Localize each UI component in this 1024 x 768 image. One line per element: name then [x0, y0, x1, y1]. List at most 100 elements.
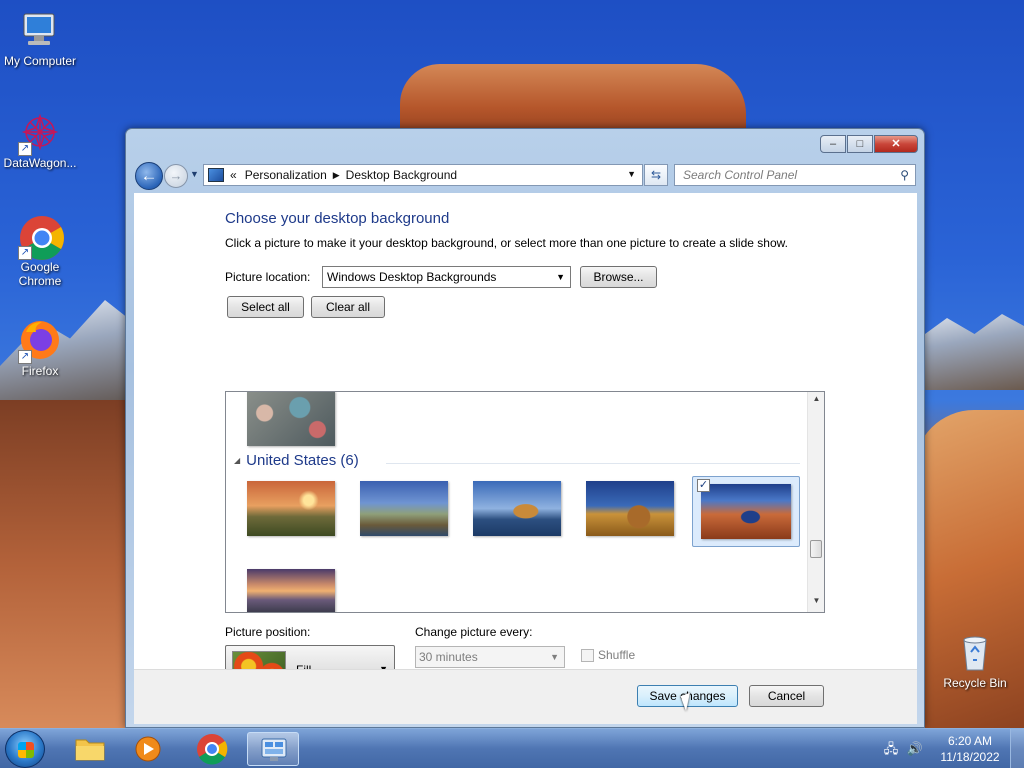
gallery-thumbnail-meadow-sunset[interactable] — [246, 480, 336, 537]
clear-all-button[interactable]: Clear all — [311, 296, 385, 318]
clock-date: 11/18/2022 — [940, 750, 1000, 764]
clock-time: 6:20 AM — [947, 734, 993, 748]
shortcut-arrow-icon: ↗ — [18, 246, 32, 260]
thumbnail-image — [586, 481, 674, 536]
wallpaper-ground — [0, 400, 140, 728]
clock[interactable]: 6:20 AM 11/18/2022 — [930, 733, 1010, 765]
selected-checkbox[interactable]: ✓ — [697, 479, 710, 492]
address-dropdown-icon[interactable]: ▼ — [627, 169, 636, 179]
search-icon[interactable]: ⚲ — [900, 165, 909, 185]
thumbnail-image — [247, 569, 335, 612]
thumbnail-image — [473, 481, 561, 536]
group-divider — [386, 463, 800, 464]
content-area: Choose your desktop background Click a p… — [134, 193, 917, 695]
thumbnail-image — [247, 392, 335, 446]
gallery-scrollbar[interactable]: ▲ ▼ — [807, 392, 824, 612]
search-placeholder: Search Control Panel — [683, 168, 798, 182]
group-header-united-states[interactable]: ◢ United States (6) — [234, 452, 359, 469]
breadcrumb-desktop-background[interactable]: Desktop Background — [346, 168, 457, 182]
picture-location-label: Picture location: — [225, 270, 311, 284]
recent-pages-dropdown[interactable]: ▼ — [190, 169, 199, 179]
taskbar-control-panel[interactable] — [247, 732, 299, 766]
dialog-footer: Save changes Cancel — [134, 669, 917, 724]
window-controls: – □ ✕ — [819, 135, 918, 153]
control-panel-icon — [208, 168, 224, 182]
desktop-icon-label: My Computer — [3, 54, 77, 68]
system-tray: 🖧 🔊 6:20 AM 11/18/2022 — [882, 729, 1024, 768]
firefox-icon: ↗ — [18, 318, 62, 364]
scroll-down-icon[interactable]: ▼ — [808, 596, 824, 610]
gallery-thumbnail-lake-sunset[interactable] — [246, 568, 336, 612]
group-title: United States (6) — [246, 452, 359, 469]
gallery-thumbnail-lighthouse[interactable] — [359, 480, 449, 537]
maximize-button[interactable]: □ — [847, 135, 873, 153]
show-desktop-button[interactable] — [1010, 729, 1024, 768]
picture-location-select[interactable]: Windows Desktop Backgrounds ▼ — [322, 266, 571, 288]
chrome-icon — [197, 734, 228, 765]
start-button[interactable] — [5, 730, 45, 768]
thumbnail-image — [701, 484, 791, 539]
desktop-icon-label: Firefox — [21, 364, 59, 378]
desktop-icon-datawagon[interactable]: ↗ DataWagon... — [0, 110, 80, 170]
gallery-thumbnail-sea-rock[interactable] — [472, 480, 562, 537]
volume-icon[interactable]: 🔊 — [906, 741, 924, 757]
folder-icon — [75, 739, 105, 761]
address-bar[interactable]: « Personalization ▶ Desktop Background ▼ — [203, 164, 643, 186]
forward-button[interactable]: → — [164, 164, 188, 188]
recycle-bin-icon — [953, 630, 997, 674]
desktop-icon-firefox[interactable]: ↗ Firefox — [0, 318, 80, 378]
gallery-thumbnail-abstract[interactable] — [246, 392, 336, 447]
scroll-thumb[interactable] — [810, 540, 822, 558]
thumbnail-image — [247, 481, 335, 536]
page-title: Choose your desktop background — [225, 210, 450, 227]
desktop-icon-label: Google Chrome — [18, 260, 62, 288]
gallery-thumbnail-hay-bale[interactable] — [585, 480, 675, 537]
windows-logo-icon — [18, 742, 34, 758]
taskbar: 🖧 🔊 6:20 AM 11/18/2022 — [0, 728, 1024, 768]
taskbar-chrome[interactable] — [186, 732, 238, 766]
page-description: Click a picture to make it your desktop … — [225, 236, 788, 250]
shuffle-checkbox[interactable]: Shuffle — [581, 648, 635, 662]
back-button[interactable]: ← — [135, 162, 163, 190]
change-picture-value: 30 minutes — [419, 650, 478, 664]
desktop-icon-google-chrome[interactable]: ↗ Google Chrome — [0, 214, 80, 288]
network-icon[interactable]: 🖧 — [882, 741, 900, 757]
breadcrumb-personalization[interactable]: Personalization — [245, 168, 327, 182]
desktop-icon-label: DataWagon... — [3, 156, 77, 170]
desktop-icon-recycle-bin[interactable]: Recycle Bin — [935, 630, 1015, 690]
desktop-icon-label: Recycle Bin — [943, 676, 1007, 690]
wallpaper-mountain-right — [914, 314, 1024, 390]
desktop-background-window: – □ ✕ ← → ▼ « Personalization ▶ Desktop … — [125, 128, 925, 728]
refresh-button[interactable]: ⇆ — [644, 164, 668, 186]
cancel-button[interactable]: Cancel — [749, 685, 824, 707]
browse-button[interactable]: Browse... — [580, 266, 657, 288]
change-picture-select[interactable]: 30 minutes ▼ — [415, 646, 565, 668]
change-picture-label: Change picture every: — [415, 625, 533, 639]
gallery-thumbnail-delicate-arch[interactable]: ✓ — [692, 476, 800, 547]
computer-icon — [18, 8, 62, 52]
shuffle-label: Shuffle — [598, 648, 636, 662]
minimize-button[interactable]: – — [820, 135, 846, 153]
select-all-button[interactable]: Select all — [227, 296, 304, 318]
shortcut-arrow-icon: ↗ — [18, 142, 32, 156]
chevron-down-icon: ▼ — [556, 272, 565, 282]
breadcrumb-separator-icon[interactable]: ▶ — [333, 170, 340, 181]
scroll-up-icon[interactable]: ▲ — [808, 394, 824, 408]
close-button[interactable]: ✕ — [874, 135, 918, 153]
search-input[interactable]: Search Control Panel ⚲ — [674, 164, 916, 186]
collapse-triangle-icon[interactable]: ◢ — [234, 456, 240, 465]
address-overflow[interactable]: « — [230, 168, 237, 182]
media-player-icon — [135, 736, 161, 762]
taskbar-explorer[interactable] — [64, 732, 116, 766]
chrome-icon: ↗ — [18, 214, 64, 260]
datawagon-icon: ↗ — [18, 110, 62, 156]
taskbar-media-player[interactable] — [122, 732, 174, 766]
desktop-icon-my-computer[interactable]: My Computer — [0, 8, 80, 68]
picture-gallery[interactable]: ◢ United States (6) ✓ ▲ ▼ — [225, 391, 825, 613]
control-panel-icon — [261, 738, 287, 761]
picture-location-value: Windows Desktop Backgrounds — [327, 270, 497, 284]
thumbnail-image — [360, 481, 448, 536]
checkbox-box[interactable] — [581, 648, 594, 662]
chevron-down-icon: ▼ — [550, 652, 559, 662]
shortcut-arrow-icon: ↗ — [18, 350, 32, 364]
